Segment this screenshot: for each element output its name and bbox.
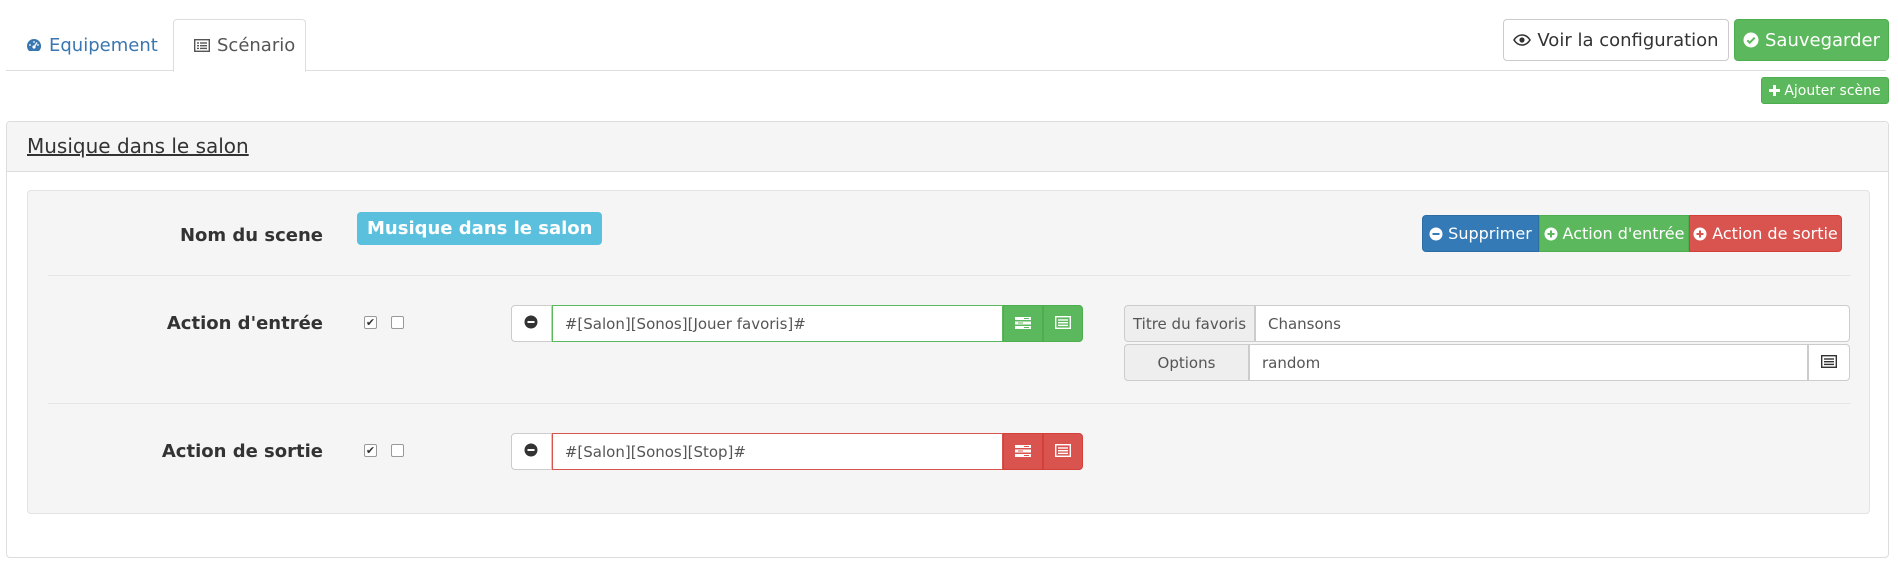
scene-panel-title[interactable]: Musique dans le salon — [27, 134, 249, 158]
add-scene-label: Ajouter scène — [1784, 82, 1881, 99]
entry-option-options: Options random — [1124, 344, 1850, 381]
entry-command-input[interactable]: #[Salon][Sonos][Jouer favoris]# — [551, 305, 1004, 342]
option-label: Options — [1124, 344, 1249, 381]
options-list-button[interactable] — [1808, 344, 1850, 381]
scene-action-buttons: Supprimer Action d'entrée Action de sort… — [1422, 215, 1842, 252]
list-alt-icon — [194, 39, 210, 52]
exit-command-group: #[Salon][Sonos][Stop]# — [511, 433, 1083, 470]
delete-scene-button[interactable]: Supprimer — [1422, 215, 1539, 252]
tab-equipement-label: Equipement — [49, 34, 158, 56]
add-exit-action-label: Action de sortie — [1712, 224, 1838, 243]
divider — [48, 275, 1851, 276]
option-label: Titre du favoris — [1124, 305, 1255, 342]
save-label: Sauvegarder — [1764, 29, 1881, 51]
minus-circle-icon — [524, 442, 538, 461]
tab-scenario[interactable]: Scénario — [173, 19, 306, 72]
divider — [48, 403, 1851, 404]
dashboard-icon — [26, 38, 42, 52]
add-scene-button[interactable]: Ajouter scène — [1761, 77, 1889, 104]
add-entry-action-button[interactable]: Action d'entrée — [1539, 215, 1689, 252]
add-entry-action-label: Action d'entrée — [1562, 224, 1685, 243]
tab-scenario-label: Scénario — [217, 35, 296, 56]
entry-list-command-button[interactable] — [1043, 305, 1083, 342]
add-exit-action-button[interactable]: Action de sortie — [1689, 215, 1842, 252]
plus-icon — [1769, 85, 1781, 96]
entry-select-command-button[interactable] — [1003, 305, 1044, 342]
check-circle-icon — [1743, 32, 1759, 48]
scene-name-label: Nom du scene — [179, 225, 323, 246]
minus-circle-icon — [524, 314, 538, 333]
options-input[interactable]: random — [1249, 344, 1808, 381]
entry-background-checkbox[interactable] — [391, 316, 404, 329]
save-button[interactable]: Sauvegarder — [1734, 19, 1889, 61]
plus-circle-icon — [1544, 227, 1558, 241]
exit-enabled-checkbox[interactable]: ✔ — [364, 444, 377, 457]
scene-panel-header: Musique dans le salon — [7, 122, 1888, 172]
entry-enabled-checkbox[interactable]: ✔ — [364, 316, 377, 329]
view-config-label: Voir la configuration — [1537, 29, 1719, 51]
scene-name-badge[interactable]: Musique dans le salon — [357, 212, 603, 245]
scene-well: Nom du scene Musique dans le salon Suppr… — [27, 190, 1870, 514]
exit-select-command-button[interactable] — [1003, 433, 1044, 470]
remove-exit-action-button[interactable] — [511, 433, 552, 470]
delete-scene-label: Supprimer — [1448, 224, 1532, 243]
entry-action-label: Action d'entrée — [166, 313, 323, 334]
plus-circle-icon — [1693, 227, 1707, 241]
entry-option-favorite-title: Titre du favoris Chansons — [1124, 305, 1850, 342]
list-alt-icon — [1820, 353, 1838, 372]
exit-background-checkbox[interactable] — [391, 444, 404, 457]
eye-icon — [1513, 34, 1532, 46]
entry-command-group: #[Salon][Sonos][Jouer favoris]# — [511, 305, 1083, 342]
view-config-button[interactable]: Voir la configuration — [1503, 19, 1729, 61]
list-alt-icon — [1055, 314, 1072, 333]
tasks-icon — [1015, 314, 1032, 333]
scene-panel: Musique dans le salon Nom du scene Musiq… — [6, 121, 1889, 558]
list-alt-icon — [1055, 442, 1072, 461]
exit-action-label: Action de sortie — [161, 441, 323, 462]
tasks-icon — [1015, 442, 1032, 461]
tab-equipement[interactable]: Equipement — [6, 19, 167, 71]
exit-list-command-button[interactable] — [1043, 433, 1083, 470]
remove-entry-action-button[interactable] — [511, 305, 552, 342]
exit-command-input[interactable]: #[Salon][Sonos][Stop]# — [551, 433, 1004, 470]
minus-circle-icon — [1429, 227, 1443, 241]
favorite-title-input[interactable]: Chansons — [1255, 305, 1850, 342]
